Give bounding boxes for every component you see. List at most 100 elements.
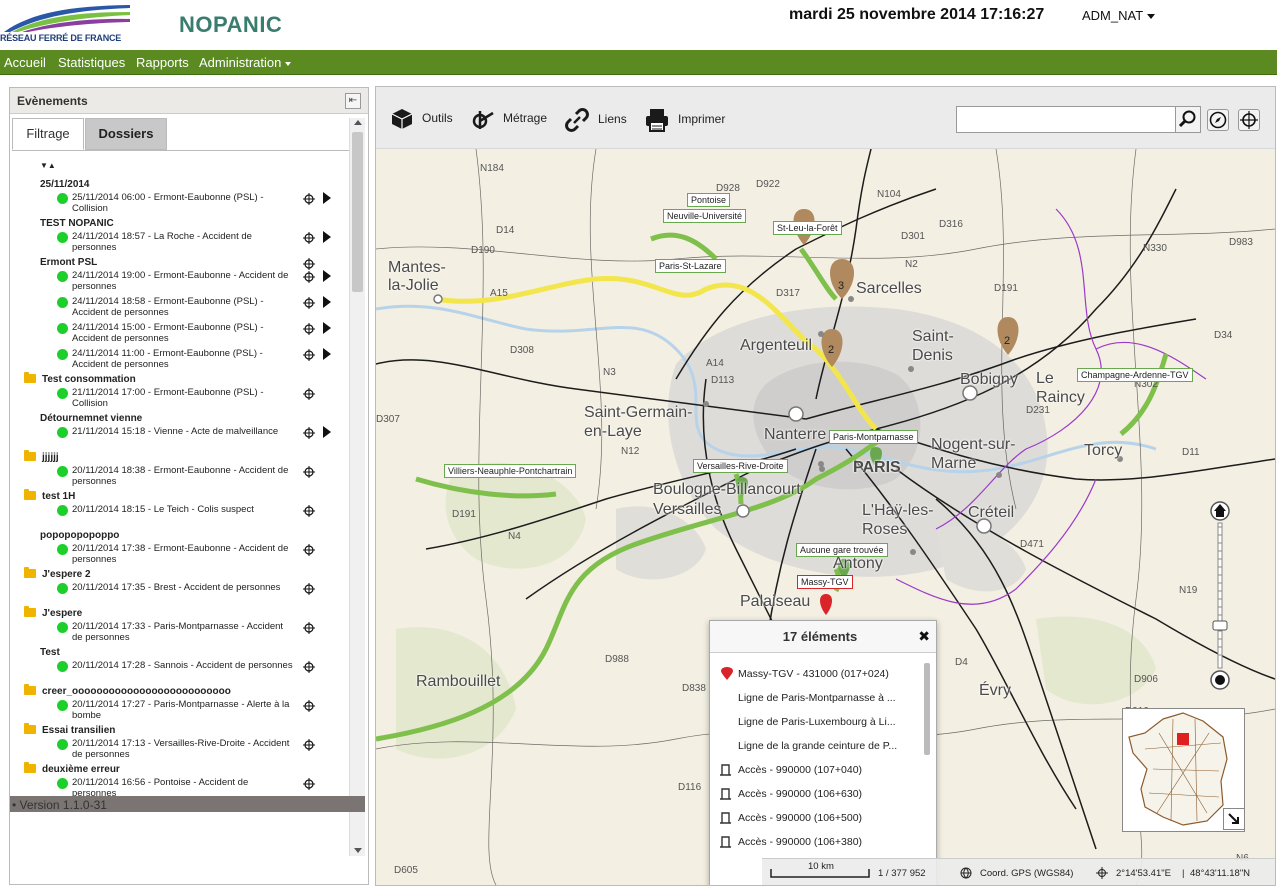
event-folder[interactable]: Test consommation bbox=[24, 372, 136, 385]
event-folder[interactable]: deuxième erreur bbox=[24, 762, 120, 775]
minimap-toggle-button[interactable] bbox=[1223, 808, 1245, 830]
station-champagne-ardenne[interactable]: Champagne-Ardenne-TGV bbox=[1077, 368, 1193, 382]
tab-dossiers[interactable]: Dossiers bbox=[85, 118, 167, 150]
cluster-count[interactable]: 2 bbox=[828, 344, 834, 356]
popup-item[interactable]: Accès - 990000 (107+040) bbox=[738, 764, 862, 776]
event-folder[interactable]: TEST NOPANIC bbox=[40, 218, 114, 229]
event-item[interactable]: 20/11/2014 18:38 - Ermont-Eaubonne - Acc… bbox=[57, 465, 347, 491]
popup-item[interactable]: Ligne de Paris-Luxembourg à Li... bbox=[738, 716, 896, 728]
scroll-up-icon[interactable] bbox=[354, 120, 362, 125]
station-aucune[interactable]: Aucune gare trouvée bbox=[796, 543, 888, 557]
popup-item[interactable]: Ligne de la grande ceinture de P... bbox=[738, 740, 897, 752]
event-folder[interactable]: Détournemnet vienne bbox=[40, 413, 142, 424]
station-montparnasse[interactable]: Paris-Montparnasse bbox=[829, 430, 918, 444]
search-button[interactable] bbox=[1175, 106, 1201, 133]
popup-item[interactable]: Accès - 990000 (106+630) bbox=[738, 788, 862, 800]
event-item[interactable]: 20/11/2014 17:38 - Ermont-Eaubonne - Acc… bbox=[57, 543, 347, 569]
user-menu[interactable]: ADM_NAT bbox=[1082, 8, 1156, 23]
locate-event-icon[interactable] bbox=[303, 739, 315, 751]
play-icon[interactable] bbox=[323, 192, 331, 204]
tab-filtrage[interactable]: Filtrage bbox=[12, 118, 84, 150]
locate-event-icon[interactable] bbox=[303, 323, 315, 335]
locate-event-icon[interactable] bbox=[303, 700, 315, 712]
liens-button[interactable]: Liens bbox=[564, 107, 627, 133]
nav-administration[interactable]: Administration bbox=[199, 55, 292, 70]
event-item[interactable]: 24/11/2014 15:00 - Ermont-Eaubonne (PSL)… bbox=[57, 322, 347, 348]
locate-event-icon[interactable] bbox=[303, 622, 315, 634]
event-folder[interactable]: J'espere 2 bbox=[24, 567, 91, 580]
play-icon[interactable] bbox=[323, 231, 331, 243]
locate-event-icon[interactable] bbox=[303, 193, 315, 205]
station-neuville[interactable]: Neuville-Université bbox=[663, 209, 747, 223]
locate-event-icon[interactable] bbox=[303, 661, 315, 673]
play-icon[interactable] bbox=[323, 348, 331, 360]
scroll-thumb[interactable] bbox=[352, 132, 363, 292]
event-item[interactable]: 25/11/2014 06:00 - Ermont-Eaubonne (PSL)… bbox=[57, 192, 347, 218]
locate-button[interactable] bbox=[1238, 109, 1260, 131]
locate-event-icon[interactable] bbox=[303, 297, 315, 309]
scroll-down-icon[interactable] bbox=[354, 848, 362, 853]
station-massy[interactable]: Massy-TGV bbox=[797, 575, 853, 589]
event-item[interactable]: 24/11/2014 19:00 - Ermont-Eaubonne - Acc… bbox=[57, 270, 347, 296]
print-button[interactable]: Imprimer bbox=[644, 107, 725, 133]
station-versailles-rd[interactable]: Versailles-Rive-Droite bbox=[693, 459, 788, 473]
event-folder[interactable]: Test bbox=[40, 647, 60, 658]
station-villiers[interactable]: Villiers-Neauphle-Pontchartrain bbox=[444, 464, 577, 478]
cluster-count[interactable]: 3 bbox=[838, 280, 844, 292]
event-folder[interactable]: creer_oooooooooooooooooooooooooo bbox=[24, 684, 231, 697]
tools-button[interactable]: Outils bbox=[390, 107, 453, 131]
event-item[interactable]: 24/11/2014 11:00 - Ermont-Eaubonne (PSL)… bbox=[57, 348, 347, 374]
locate-event-icon[interactable] bbox=[303, 427, 315, 439]
event-folder[interactable]: 25/11/2014 bbox=[40, 179, 90, 190]
event-folder[interactable]: Essai transilien bbox=[24, 723, 115, 736]
event-folder[interactable]: J'espere bbox=[24, 606, 82, 619]
event-item[interactable]: 21/11/2014 17:00 - Ermont-Eaubonne (PSL)… bbox=[57, 387, 347, 413]
locate-event-icon[interactable] bbox=[303, 583, 315, 595]
event-item[interactable]: 20/11/2014 17:35 - Brest - Accident de p… bbox=[57, 582, 347, 608]
zoom-slider[interactable] bbox=[1210, 501, 1230, 691]
event-item[interactable]: 20/11/2014 17:28 - Sannois - Accident de… bbox=[57, 660, 347, 686]
station-st-leu[interactable]: St-Leu-la-Forêt bbox=[773, 221, 842, 235]
locate-event-icon[interactable] bbox=[303, 778, 315, 790]
locate-event-icon[interactable] bbox=[303, 505, 315, 517]
event-item[interactable]: 20/11/2014 17:33 - Paris-Montparnasse - … bbox=[57, 621, 347, 647]
locate-folder-icon[interactable] bbox=[303, 258, 315, 270]
nav-statistiques[interactable]: Statistiques bbox=[58, 55, 125, 70]
metrage-button[interactable]: Métrage bbox=[471, 107, 547, 131]
cluster-count[interactable]: 2 bbox=[1004, 335, 1010, 347]
play-icon[interactable] bbox=[323, 426, 331, 438]
locate-event-icon[interactable] bbox=[303, 544, 315, 556]
event-folder[interactable]: popopopopoppo bbox=[40, 530, 119, 541]
compass-button[interactable] bbox=[1207, 109, 1229, 131]
event-item[interactable]: 24/11/2014 18:58 - Ermont-Eaubonne (PSL)… bbox=[57, 296, 347, 322]
locate-event-icon[interactable] bbox=[303, 388, 315, 400]
nav-rapports[interactable]: Rapports bbox=[136, 55, 189, 70]
event-folder[interactable]: test 1H bbox=[24, 489, 75, 502]
event-item[interactable]: 20/11/2014 17:13 - Versailles-Rive-Droit… bbox=[57, 738, 347, 764]
locate-event-icon[interactable] bbox=[303, 232, 315, 244]
collapse-panel-button[interactable]: ⇤ bbox=[345, 93, 361, 109]
event-item[interactable]: 24/11/2014 18:57 - La Roche - Accident d… bbox=[57, 231, 347, 257]
play-icon[interactable] bbox=[323, 296, 331, 308]
locate-event-icon[interactable] bbox=[303, 349, 315, 361]
play-icon[interactable] bbox=[323, 322, 331, 334]
sort-icon[interactable]: ▼▲ bbox=[40, 161, 56, 170]
station-st-lazare[interactable]: Paris-St-Lazare bbox=[655, 259, 726, 273]
event-folder[interactable]: jjjjjj bbox=[24, 450, 59, 463]
locate-event-icon[interactable] bbox=[303, 271, 315, 283]
popup-item[interactable]: Accès - 990000 (106+380) bbox=[738, 836, 862, 848]
nav-accueil[interactable]: Accueil bbox=[4, 55, 46, 70]
close-icon[interactable]: ✖ bbox=[918, 628, 930, 645]
play-icon[interactable] bbox=[323, 270, 331, 282]
popup-scrollbar[interactable] bbox=[924, 663, 930, 755]
map-search-input[interactable] bbox=[956, 106, 1176, 133]
event-item[interactable]: 20/11/2014 18:15 - Le Teich - Colis susp… bbox=[57, 504, 347, 530]
popup-item[interactable]: Ligne de Paris-Montparnasse à ... bbox=[738, 692, 896, 704]
station-pontoise[interactable]: Pontoise bbox=[687, 193, 731, 207]
event-list-scrollbar[interactable] bbox=[349, 118, 365, 856]
locate-event-icon[interactable] bbox=[303, 466, 315, 478]
popup-item[interactable]: Massy-TGV - 431000 (017+024) bbox=[738, 668, 889, 680]
event-folder[interactable]: Ermont PSL bbox=[40, 257, 97, 268]
event-item[interactable]: 20/11/2014 17:27 - Paris-Montparnasse - … bbox=[57, 699, 347, 725]
popup-item[interactable]: Accès - 990000 (106+500) bbox=[738, 812, 862, 824]
